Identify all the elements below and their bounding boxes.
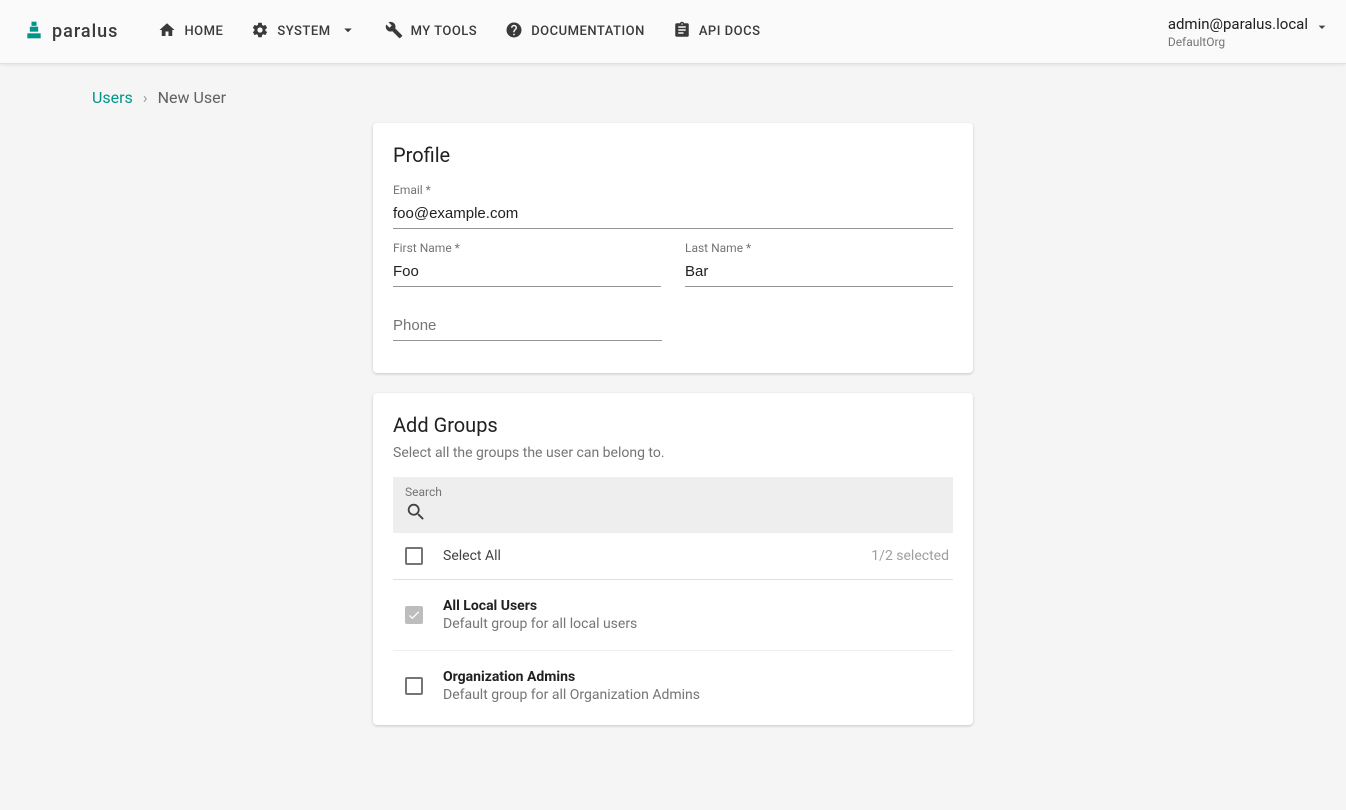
groups-title: Add Groups bbox=[393, 413, 953, 437]
groups-card: Add Groups Select all the groups the use… bbox=[373, 393, 973, 725]
group-row: All Local Users Default group for all lo… bbox=[393, 580, 953, 651]
phone-field[interactable] bbox=[393, 311, 662, 341]
search-input[interactable] bbox=[435, 502, 941, 527]
nav-system-label: SYSTEM bbox=[277, 24, 330, 39]
breadcrumb-separator: › bbox=[143, 88, 148, 107]
nav-my-tools[interactable]: MY TOOLS bbox=[385, 21, 478, 43]
home-icon bbox=[158, 21, 176, 43]
group-name: All Local Users bbox=[443, 598, 637, 614]
select-all-row: Select All 1/2 selected bbox=[393, 533, 953, 580]
nav-system[interactable]: SYSTEM bbox=[251, 21, 356, 43]
nav-api-docs-label: API DOCS bbox=[699, 24, 761, 39]
top-nav: paralus HOME SYSTEM MY TOOLS DOCUMENTATI… bbox=[0, 0, 1346, 64]
profile-card: Profile Email * First Name * Last Name * bbox=[373, 123, 973, 373]
help-icon bbox=[505, 21, 523, 43]
group-checkbox-organization-admins[interactable] bbox=[405, 677, 423, 695]
search-label: Search bbox=[405, 485, 941, 499]
brand-logo[interactable]: paralus bbox=[24, 18, 118, 46]
nav-home-label: HOME bbox=[184, 24, 223, 39]
group-name: Organization Admins bbox=[443, 669, 700, 685]
selected-count: 1/2 selected bbox=[871, 548, 949, 564]
nav-api-docs[interactable]: API DOCS bbox=[673, 21, 761, 43]
assignment-icon bbox=[673, 21, 691, 43]
search-icon bbox=[405, 501, 427, 527]
group-checkbox-all-local-users[interactable] bbox=[405, 606, 423, 624]
brand-text: paralus bbox=[52, 21, 118, 42]
groups-search: Search bbox=[393, 477, 953, 533]
profile-title: Profile bbox=[393, 143, 953, 167]
group-desc: Default group for all Organization Admin… bbox=[443, 687, 700, 703]
groups-subtitle: Select all the groups the user can belon… bbox=[393, 445, 953, 461]
breadcrumb: Users › New User bbox=[0, 64, 1346, 123]
user-org: DefaultOrg bbox=[1168, 35, 1225, 49]
select-all-checkbox[interactable] bbox=[405, 547, 423, 565]
breadcrumb-current: New User bbox=[158, 88, 226, 107]
gear-icon bbox=[251, 21, 269, 43]
nav-documentation[interactable]: DOCUMENTATION bbox=[505, 21, 645, 43]
email-field[interactable] bbox=[393, 199, 953, 229]
last-name-label: Last Name * bbox=[685, 241, 953, 255]
first-name-label: First Name * bbox=[393, 241, 661, 255]
wrench-icon bbox=[385, 21, 403, 43]
chevron-down-icon bbox=[1314, 19, 1330, 39]
first-name-field[interactable] bbox=[393, 257, 661, 287]
breadcrumb-users[interactable]: Users bbox=[92, 88, 133, 107]
main-nav: HOME SYSTEM MY TOOLS DOCUMENTATION API D… bbox=[158, 21, 760, 43]
user-email: admin@paralus.local bbox=[1168, 15, 1308, 33]
nav-documentation-label: DOCUMENTATION bbox=[531, 24, 645, 39]
group-row: Organization Admins Default group for al… bbox=[393, 651, 953, 721]
paralus-logo-icon bbox=[24, 18, 44, 46]
last-name-field[interactable] bbox=[685, 257, 953, 287]
group-desc: Default group for all local users bbox=[443, 616, 637, 632]
select-all-label: Select All bbox=[443, 548, 501, 564]
nav-my-tools-label: MY TOOLS bbox=[411, 24, 478, 39]
email-label: Email * bbox=[393, 183, 953, 197]
user-menu[interactable]: admin@paralus.local DefaultOrg bbox=[1168, 15, 1330, 49]
chevron-down-icon bbox=[339, 21, 357, 43]
nav-home[interactable]: HOME bbox=[158, 21, 223, 43]
